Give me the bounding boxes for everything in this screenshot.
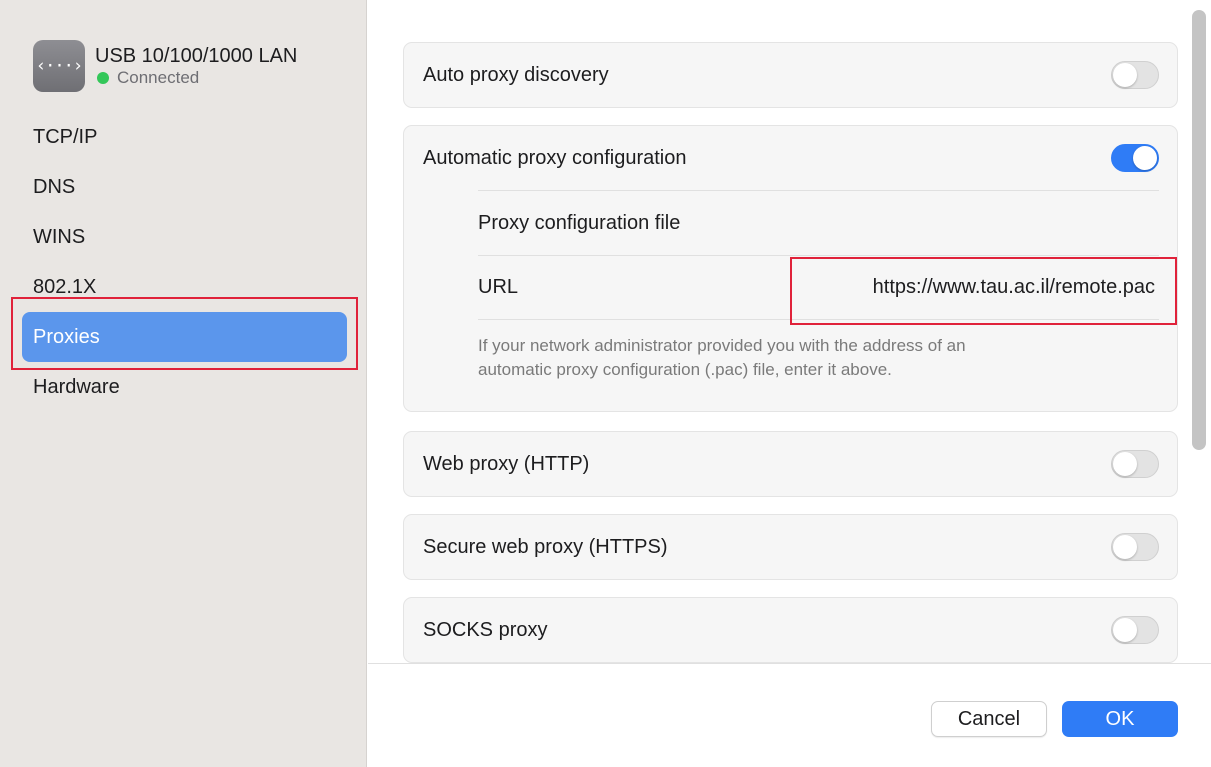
sidebar-item-dns[interactable]: DNS	[22, 162, 347, 212]
auto-proxy-config-row: Automatic proxy configuration	[404, 126, 1177, 190]
ok-button[interactable]: OK	[1062, 701, 1178, 737]
highlight-box-proxies	[11, 297, 358, 370]
auto-proxy-discovery-row: Auto proxy discovery	[404, 43, 1177, 107]
cancel-button[interactable]: Cancel	[931, 701, 1047, 737]
secure-web-proxy-label: Secure web proxy (HTTPS)	[423, 535, 668, 558]
auto-proxy-discovery-card: Auto proxy discovery	[403, 42, 1178, 108]
auto-proxy-discovery-label: Auto proxy discovery	[423, 63, 609, 86]
device-status-label: Connected	[117, 68, 200, 87]
socks-proxy-toggle[interactable]	[1111, 616, 1159, 644]
proxy-url-label: URL	[478, 276, 519, 298]
socks-proxy-card: SOCKS proxy	[403, 597, 1178, 663]
auto-proxy-config-toggle[interactable]	[1111, 144, 1159, 172]
proxy-help-line-2: automatic proxy configuration (.pac) fil…	[478, 360, 892, 379]
web-proxy-row: Web proxy (HTTP)	[404, 432, 1177, 496]
sidebar-item-wins[interactable]: WINS	[22, 212, 347, 262]
auto-proxy-config-label: Automatic proxy configuration	[423, 146, 687, 169]
web-proxy-toggle[interactable]	[1111, 450, 1159, 478]
socks-proxy-label: SOCKS proxy	[423, 618, 548, 641]
proxies-panel: Auto proxy discovery Automatic proxy con…	[368, 0, 1211, 767]
network-device-header: ‹···› USB 10/100/1000 LAN Connected	[33, 40, 297, 92]
proxy-help-line-1: If your network administrator provided y…	[478, 336, 966, 355]
proxy-help-text: If your network administrator provided y…	[478, 320, 1117, 382]
secure-web-proxy-row: Secure web proxy (HTTPS)	[404, 515, 1177, 579]
secure-web-proxy-card: Secure web proxy (HTTPS)	[403, 514, 1178, 580]
sidebar: ‹···› USB 10/100/1000 LAN Connected TCP/…	[0, 0, 367, 767]
auto-proxy-discovery-toggle[interactable]	[1111, 61, 1159, 89]
web-proxy-label: Web proxy (HTTP)	[423, 452, 590, 475]
vertical-scrollbar[interactable]	[1192, 10, 1206, 450]
device-info: USB 10/100/1000 LAN Connected	[95, 44, 297, 88]
network-arrows-icon: ‹···›	[33, 40, 85, 92]
socks-proxy-row: SOCKS proxy	[404, 598, 1177, 662]
sidebar-item-tcpip[interactable]: TCP/IP	[22, 112, 347, 162]
device-name: USB 10/100/1000 LAN	[95, 45, 298, 67]
device-status: Connected	[95, 68, 297, 88]
proxy-config-file-label: Proxy configuration file	[478, 211, 681, 234]
highlight-box-url	[790, 257, 1177, 325]
proxy-config-file-row: Proxy configuration file	[478, 190, 1159, 255]
secure-web-proxy-toggle[interactable]	[1111, 533, 1159, 561]
web-proxy-card: Web proxy (HTTP)	[403, 431, 1178, 497]
status-dot-icon	[97, 72, 109, 84]
footer-divider	[368, 663, 1211, 664]
